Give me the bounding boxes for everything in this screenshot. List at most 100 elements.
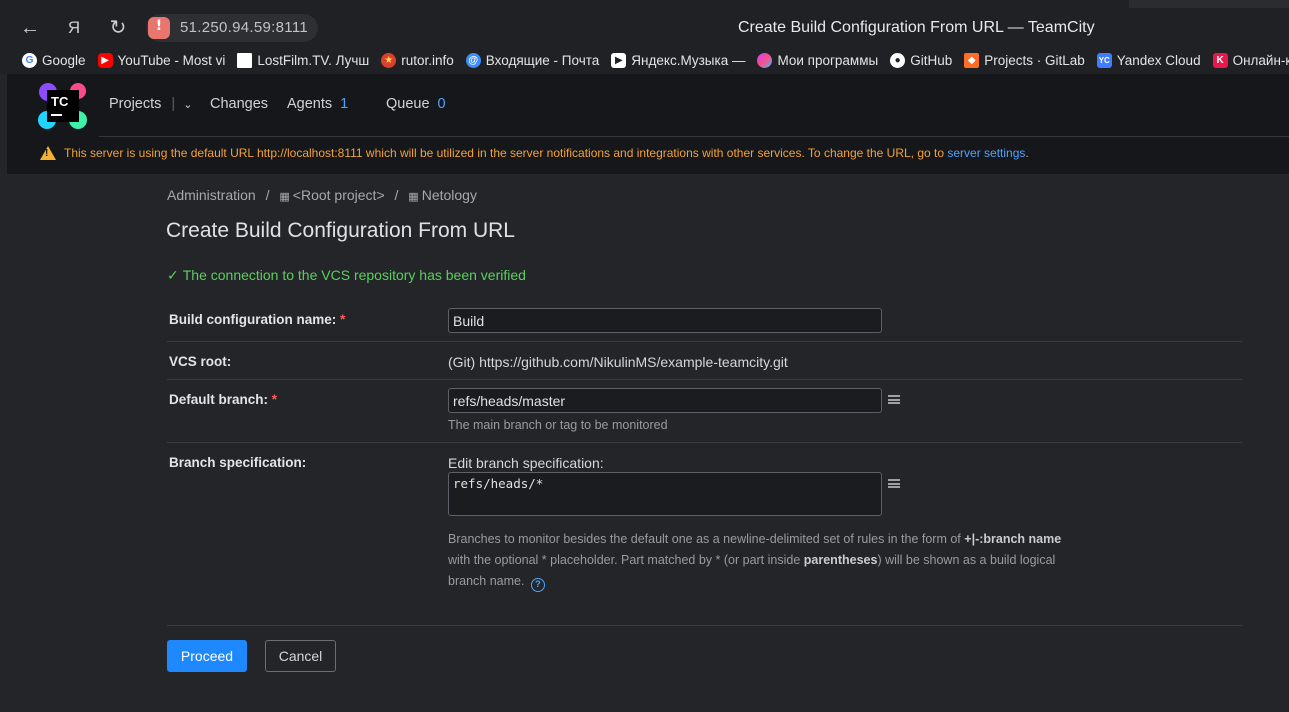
vcs-root-value: (Git) https://github.com/NikulinMS/examp… [448, 354, 788, 370]
bookmark-lostfilm[interactable]: LostFilm.TV. Лучш [237, 52, 370, 68]
bookmark-yandex-cloud[interactable]: YC Yandex Cloud [1096, 52, 1201, 68]
hint-text: ) will be shown as a build logical [877, 553, 1056, 567]
hint-text: branch name. [448, 574, 525, 588]
address-url[interactable]: 51.250.94.59:8111 [180, 19, 308, 36]
required-mark: * [271, 392, 278, 407]
verified-text: The connection to the VCS repository has… [182, 267, 526, 283]
required-mark: * [340, 312, 346, 327]
server-settings-link[interactable]: server settings [947, 146, 1025, 160]
bookmark-label: LostFilm.TV. Лучш [257, 52, 370, 68]
bookmark-label: Онлайн-кино [1232, 52, 1289, 68]
teamcity-logo-icon[interactable]: TC [38, 82, 88, 130]
nav-queue[interactable]: Queue 0 [386, 96, 446, 112]
vcs-root-label: VCS root: [169, 354, 232, 369]
nav-agents[interactable]: Agents 1 [287, 96, 348, 112]
bookmark-yandex-music[interactable]: ▶ Яндекс.Музыка — [611, 52, 746, 68]
page-title: Create Build Configuration From URL [166, 219, 515, 242]
browser-toolbar: ← Я ↻ 51.250.94.59:8111 Create Build Con… [0, 0, 1289, 46]
row-divider [167, 442, 1242, 443]
logo-text: TC [51, 94, 69, 109]
bookmark-github[interactable]: ● GitHub [890, 52, 953, 68]
bookmark-google[interactable]: G Google [22, 52, 86, 68]
header-divider [99, 136, 1289, 137]
cancel-button[interactable]: Cancel [265, 640, 336, 672]
bookmark-youtube[interactable]: ▶ YouTube - Most vi [97, 52, 226, 68]
back-arrow-icon[interactable]: ← [16, 14, 44, 42]
server-url-warning: This server is using the default URL htt… [40, 146, 1029, 160]
bookmark-label: Projects · GitLab [984, 52, 1085, 68]
branch-spec-label: Branch specification: [169, 455, 307, 470]
hint-rule-syntax: +|-:branch name [964, 532, 1062, 546]
list-editor-icon[interactable] [888, 479, 900, 488]
proceed-button[interactable]: Proceed [167, 640, 247, 672]
bookmark-gitlab[interactable]: ◆ Projects · GitLab [964, 52, 1085, 68]
breadcrumb-netology[interactable]: Netology [422, 187, 477, 203]
mail-icon: @ [465, 52, 481, 68]
github-icon: ● [890, 52, 906, 68]
nav-separator: | [171, 96, 176, 112]
default-branch-input[interactable] [448, 388, 882, 413]
queue-count: 0 [437, 96, 446, 112]
agents-count: 1 [340, 96, 349, 112]
bookmark-label: Входящие - Почта [485, 52, 600, 68]
default-branch-label: Default branch: * [169, 392, 277, 407]
warning-text: This server is using the default URL htt… [64, 146, 945, 160]
breadcrumb: Administration / ▦ <Root project> / ▦ Neto… [167, 187, 477, 203]
bookmark-mail[interactable]: @ Входящие - Почта [465, 52, 600, 68]
bookmarks-bar: G Google ▶ YouTube - Most vi LostFilm.TV… [0, 46, 1289, 74]
breadcrumb-administration[interactable]: Administration [167, 187, 256, 203]
chevron-down-icon[interactable]: ⌄ [183, 99, 192, 111]
bookmark-label: Google [42, 52, 86, 68]
teamcity-header: TC Projects | ⌄ Changes Agents 1 Queue 0 T… [7, 74, 1289, 174]
row-divider [167, 379, 1242, 380]
help-icon[interactable]: ? [530, 578, 545, 592]
nav-projects[interactable]: Projects | ⌄ [109, 96, 192, 112]
branch-spec-edit-label: Edit branch specification: [448, 455, 604, 471]
branch-spec-hint: Branches to monitor besides the default … [448, 529, 1088, 592]
bookmark-kinopoisk[interactable]: K Онлайн-кино [1212, 52, 1289, 68]
address-bar[interactable]: 51.250.94.59:8111 [146, 14, 318, 42]
breadcrumb-separator: / [265, 187, 270, 203]
youtube-icon: ▶ [97, 52, 113, 68]
breadcrumb-root-project[interactable]: <Root project> [293, 187, 385, 203]
checkmark-icon: ✓ [167, 267, 179, 283]
build-name-input[interactable] [448, 308, 882, 333]
nav-changes[interactable]: Changes [210, 96, 268, 112]
bookmark-programs[interactable]: Мои программы [757, 52, 879, 68]
vcs-verified-message: ✓ The connection to the VCS repository ha… [167, 267, 526, 284]
build-name-label-text: Build configuration name: [169, 312, 337, 327]
project-icon: ▦ [279, 191, 290, 203]
list-editor-icon[interactable] [888, 395, 900, 404]
bookmark-label: Яндекс.Музыка — [631, 52, 746, 68]
project-icon: ▦ [408, 191, 419, 203]
programs-icon [757, 52, 773, 68]
row-divider [167, 341, 1242, 342]
default-branch-label-text: Default branch: [169, 392, 269, 407]
play-icon: ▶ [611, 52, 627, 68]
bookmark-label: GitHub [910, 52, 953, 68]
branch-spec-textarea[interactable]: refs/heads/* [448, 472, 882, 516]
breadcrumb-separator: / [394, 187, 399, 203]
rutor-icon: ★ [381, 52, 397, 68]
gitlab-icon: ◆ [964, 52, 980, 68]
hint-text: with the optional * placeholder. Part ma… [448, 553, 801, 567]
warning-end: . [1025, 146, 1029, 160]
bookmark-rutor[interactable]: ★ rutor.info [381, 52, 454, 68]
hint-text: Branches to monitor besides the default … [448, 532, 961, 546]
bookmark-label: YouTube - Most vi [117, 52, 226, 68]
bookmark-label: rutor.info [401, 52, 454, 68]
nav-agents-label: Agents [287, 96, 333, 112]
yandex-icon[interactable]: Я [60, 14, 88, 42]
nav-queue-label: Queue [386, 96, 430, 112]
yandex-cloud-icon: YC [1096, 52, 1112, 68]
window-title: Create Build Configuration From URL — Te… [738, 19, 1095, 36]
build-name-label: Build configuration name: * [169, 312, 345, 327]
not-secure-icon[interactable] [148, 17, 170, 39]
bookmark-label: Yandex Cloud [1116, 52, 1201, 68]
bookmark-label: Мои программы [777, 52, 879, 68]
reload-icon[interactable]: ↻ [104, 14, 132, 42]
form-divider [167, 625, 1242, 626]
hint-parentheses: parentheses [803, 553, 878, 567]
default-branch-hint: The main branch or tag to be monitored [448, 418, 668, 432]
nav-projects-label: Projects [109, 96, 162, 112]
